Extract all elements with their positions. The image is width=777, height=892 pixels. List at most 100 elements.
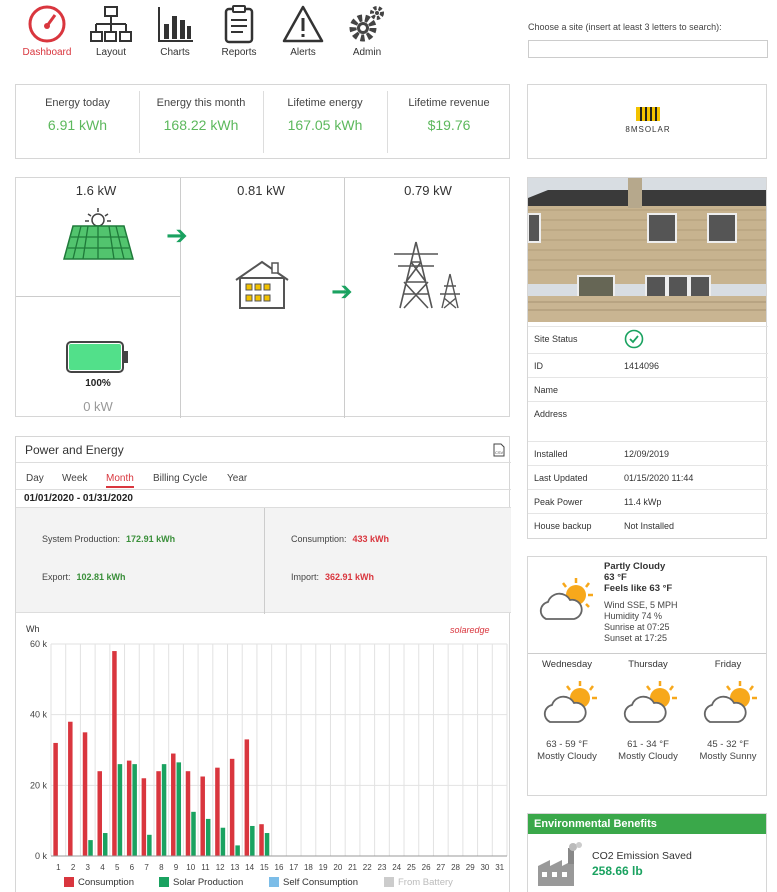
flow-arrow-home-grid: ➔ (331, 276, 353, 306)
x-tick-label: 19 (319, 863, 328, 872)
logo-panel: 8MSOLAR (527, 84, 767, 159)
solar-panel-icon (63, 208, 134, 260)
kpi-lifetime-energy: Lifetime energy 167.05 kWh (287, 97, 363, 133)
x-tick-label: 28 (451, 863, 460, 872)
nav-admin[interactable]: Admin (337, 4, 397, 58)
x-tick-label: 16 (275, 863, 284, 872)
svg-text:CSV: CSV (495, 450, 504, 455)
site-search-input[interactable] (528, 40, 768, 58)
gears-icon (349, 6, 384, 42)
x-tick-label: 4 (100, 863, 105, 872)
battery-power-value: 0 kW (83, 399, 113, 414)
tab-week[interactable]: Week (62, 473, 87, 484)
legend-consumption[interactable]: Consumption (64, 877, 134, 888)
forecast-desc: Mostly Sunny (699, 751, 757, 762)
site-peak-power-row: Peak Power 11.4 kWp (528, 489, 768, 513)
weather-condition: Partly Cloudy (604, 561, 666, 572)
tab-billing-cycle[interactable]: Billing Cycle (153, 473, 207, 484)
consumption-stat: Consumption: 433 kWh (291, 534, 390, 544)
bar-solar-production (161, 764, 167, 856)
site-house-backup-row: House backup Not Installed (528, 513, 768, 537)
bar-solar-production (117, 764, 123, 856)
x-tick-label: 30 (480, 863, 489, 872)
bar-consumption (215, 767, 220, 856)
x-tick-label: 26 (422, 863, 431, 872)
x-tick-label: 11 (201, 863, 210, 872)
bar-consumption (112, 651, 117, 856)
forecast-temp: 61 - 34 °F (627, 739, 669, 750)
bar-consumption (185, 771, 191, 856)
legend-solar-production[interactable]: Solar Production (159, 877, 243, 888)
y-tick-label: 20 k (30, 780, 48, 790)
bar-solar-production (191, 811, 196, 856)
legend-self-consumption[interactable]: Self Consumption (269, 877, 358, 888)
site-name-row: Name (528, 377, 768, 401)
bar-consumption (82, 732, 88, 856)
house-icon (235, 260, 289, 309)
csv-export-icon[interactable]: CSV (493, 443, 505, 457)
nav-reports[interactable]: Reports (209, 4, 269, 58)
site-info-panel: Site Status ID 1414096 Name Address Insta… (527, 177, 768, 539)
x-tick-label: 5 (115, 863, 120, 872)
nav-alerts[interactable]: Alerts (273, 4, 333, 58)
tab-year[interactable]: Year (227, 473, 247, 484)
battery-percent: 100% (85, 378, 111, 389)
partly-cloudy-icon (703, 681, 757, 723)
bar-consumption (53, 742, 58, 856)
partly-cloudy-icon (623, 681, 677, 723)
bar-consumption (259, 824, 264, 856)
solar-power-value: 1.6 kW (75, 183, 117, 198)
x-tick-label: 1 (56, 863, 61, 872)
tab-month[interactable]: Month (106, 473, 134, 488)
bar-consumption (141, 778, 147, 856)
x-tick-label: 9 (174, 863, 179, 872)
bar-consumption (244, 739, 250, 856)
flow-arrow-solar-home: ➔ (166, 220, 188, 250)
nav-charts[interactable]: Charts (145, 4, 205, 58)
x-tick-label: 20 (333, 863, 342, 872)
nav-layout[interactable]: Layout (81, 4, 141, 58)
partly-cloudy-icon (539, 578, 593, 620)
energy-bar-chart: 0 k20 k40 k60 k1 2 3 4 5 6 7 8 9 10 11 12 13 14 15 16 17… (30, 639, 508, 872)
bar-consumption (68, 721, 73, 856)
x-tick-label: 25 (407, 863, 416, 872)
forecast-day: Wednesday (542, 659, 592, 670)
bar-chart-icon (158, 7, 193, 42)
bar-solar-production (264, 833, 270, 856)
bar-consumption (200, 776, 205, 856)
bar-solar-production (250, 825, 255, 856)
power-flow-panel: 1.6 kW ➔ 0.81 kW ➔ 0.79 kW 100% 0 kW (15, 177, 510, 418)
legend-from-battery[interactable]: From Battery (384, 877, 453, 888)
x-tick-label: 12 (216, 863, 225, 872)
site-last-updated-row: Last Updated 01/15/2020 11:44 (528, 465, 768, 489)
y-tick-label: 60 k (30, 639, 48, 649)
gauge-icon (28, 5, 66, 43)
x-tick-label: 15 (260, 863, 269, 872)
bar-consumption (97, 771, 102, 856)
x-tick-label: 13 (230, 863, 239, 872)
nav-label: Charts (160, 47, 190, 58)
bar-solar-production (176, 762, 182, 856)
bar-solar-production (220, 827, 226, 856)
power-tower-icon (394, 241, 460, 309)
forecast-desc: Mostly Cloudy (537, 751, 597, 762)
bar-consumption (126, 760, 132, 856)
weather-sunset: Sunset at 17:25 (604, 633, 668, 643)
grid-power-value: 0.79 kW (404, 183, 452, 198)
export-stat: Export: 102.81 kWh (42, 572, 126, 582)
bar-solar-production (132, 764, 137, 856)
weather-temp: 63 °F (604, 572, 627, 583)
forecast-temp: 45 - 32 °F (707, 739, 749, 750)
factory-icon (538, 842, 582, 886)
site-house-photo (528, 178, 766, 322)
x-tick-label: 8 (159, 863, 164, 872)
x-tick-label: 31 (495, 863, 504, 872)
tab-day[interactable]: Day (26, 473, 44, 484)
nav-label: Reports (221, 47, 257, 58)
nav-dashboard[interactable]: Dashboard (17, 4, 77, 58)
x-tick-label: 24 (392, 863, 401, 872)
x-tick-label: 23 (378, 863, 387, 872)
x-tick-label: 27 (436, 863, 445, 872)
weather-humidity: Humidity 74 % (604, 611, 663, 621)
site-id-row: ID 1414096 (528, 353, 768, 377)
